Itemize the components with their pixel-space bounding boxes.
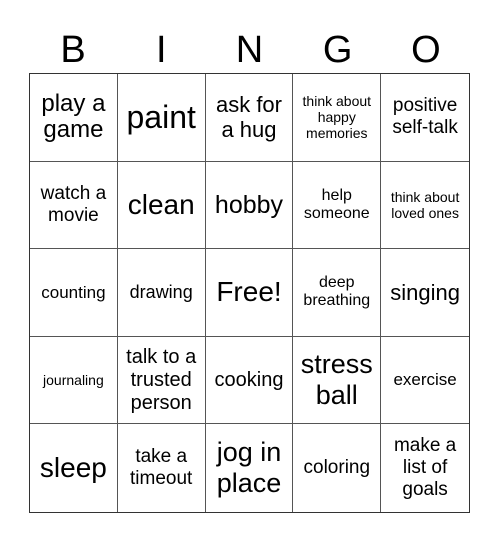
bingo-cell[interactable]: paint (117, 74, 206, 162)
bingo-cell[interactable]: exercise (381, 337, 469, 425)
free-space-cell[interactable]: Free! (205, 249, 294, 337)
header-letter-o: O (411, 29, 441, 71)
bingo-cell[interactable]: ask for a hug (205, 74, 294, 162)
header-letter-i: I (156, 29, 167, 71)
bingo-header: B I N G O (29, 28, 470, 72)
bingo-cell[interactable]: think about loved ones (381, 162, 469, 250)
bingo-cell[interactable]: coloring (293, 424, 382, 512)
bingo-cell[interactable]: think about happy memories (293, 74, 382, 162)
bingo-cell[interactable]: hobby (205, 161, 294, 250)
bingo-cell[interactable]: play a game (30, 74, 118, 162)
bingo-cell[interactable]: sleep (30, 424, 118, 512)
bingo-cell[interactable]: help someone (293, 161, 382, 250)
bingo-cell[interactable]: watch a movie (30, 161, 118, 250)
bingo-cell[interactable]: clean (117, 161, 206, 250)
bingo-cell[interactable]: deep breathing (293, 249, 382, 337)
bingo-cell[interactable]: drawing (117, 249, 206, 337)
bingo-cell[interactable]: take a timeout (118, 424, 206, 512)
bingo-cell[interactable]: counting (30, 249, 118, 337)
bingo-cell[interactable]: positive self-talk (381, 74, 469, 162)
header-letter-g: G (322, 29, 353, 71)
bingo-cell[interactable]: journaling (30, 336, 118, 425)
bingo-cell[interactable]: cooking (205, 336, 294, 425)
bingo-cell[interactable]: talk to a trusted person (117, 336, 206, 425)
header-letter-b: B (60, 29, 86, 71)
header-letter-n: N (235, 29, 264, 71)
bingo-grid: play a game paint ask for a hug think ab… (29, 73, 470, 513)
bingo-cell[interactable]: singing (381, 249, 469, 337)
bingo-cell[interactable]: jog in place (206, 424, 294, 512)
bingo-cell[interactable]: make a list of goals (381, 424, 469, 512)
bingo-cell[interactable]: stress ball (293, 336, 382, 425)
